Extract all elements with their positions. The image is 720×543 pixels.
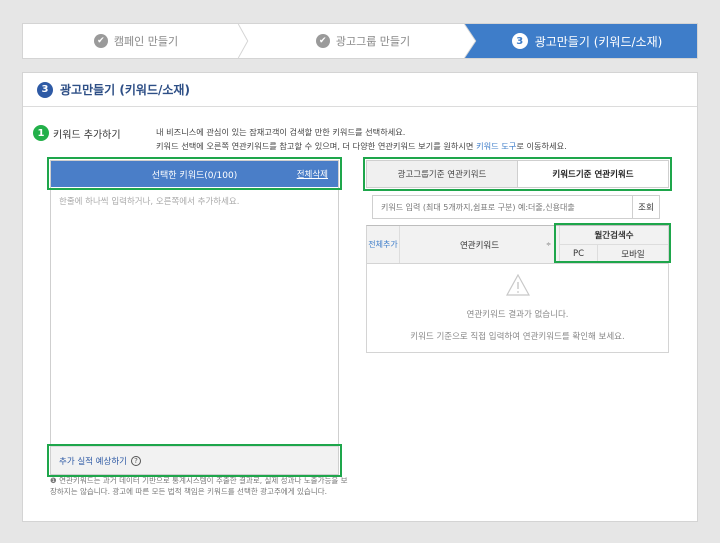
column-keyword[interactable]: 연관키워드 ≑	[400, 226, 560, 263]
desc-tail: 로 이동하세요.	[516, 141, 567, 151]
selected-keywords-panel: 선택한 키워드(0/100) 전체삭제 한줄에 하나씩 입력하거나, 오른쪽에서…	[50, 160, 339, 475]
desc-line-2: 키워드 선택에 오른쪽 연관키워드를 참고할 수 있으며, 더 다양한 연관키워…	[156, 139, 567, 153]
check-icon: ✔	[93, 34, 108, 48]
column-mobile[interactable]: 모바일	[598, 245, 668, 263]
keyword-search-row: 조회	[372, 195, 660, 219]
desc-line-1: 내 비즈니스에 관심이 있는 잠재고객이 검색할 만한 키워드를 선택하세요.	[156, 127, 406, 137]
section-header: 3 광고만들기 (키워드/소재)	[23, 73, 697, 107]
keyword-search-input[interactable]	[372, 195, 633, 219]
column-keyword-label: 연관키워드	[459, 240, 500, 251]
stepper: ✔ 캠페인 만들기 ✔ 광고그룹 만들기 3 광고만들기 (키워드/소재)	[22, 23, 698, 59]
step-number-icon: 3	[511, 33, 528, 49]
info-icon: ❶	[50, 476, 57, 485]
tab-adgroup-related[interactable]: 광고그룹기준 연관키워드	[367, 161, 518, 187]
estimate-label: 추가 실적 예상하기	[59, 456, 127, 467]
estimate-performance-button[interactable]: 추가 실적 예상하기 ?	[51, 446, 338, 474]
chevron-right-icon	[237, 24, 249, 58]
help-icon[interactable]: ?	[130, 455, 141, 466]
section-number-icon: 3	[37, 81, 53, 98]
disclaimer-text: 연관키워드는 과거 데이터 기반으로 통계시스템이 추출한 결과로, 실제 성과…	[50, 476, 348, 496]
warning-icon	[505, 274, 530, 296]
step-campaign-label: 캠페인 만들기	[113, 35, 179, 48]
empty-message-1: 연관키워드 결과가 없습니다.	[466, 310, 569, 320]
step-campaign: ✔ 캠페인 만들기	[23, 24, 249, 58]
delete-all-link[interactable]: 전체삭제	[297, 168, 328, 180]
disclaimer-note: ❶ 연관키워드는 과거 데이터 기반으로 통계시스템이 추출한 결과로, 실제 …	[50, 475, 350, 497]
related-keyword-tabs: 광고그룹기준 연관키워드 키워드기준 연관키워드	[366, 160, 669, 188]
sort-icon[interactable]: ≑	[546, 241, 551, 248]
column-monthly-label: 월간검색수	[560, 226, 668, 245]
step-ad-label: 광고만들기 (키워드/소재)	[534, 34, 663, 49]
keyword-tool-link[interactable]: 키워드 도구	[476, 141, 516, 151]
keyword-description: 내 비즈니스에 관심이 있는 잠재고객이 검색할 만한 키워드를 선택하세요. …	[156, 125, 567, 153]
section-title: 광고만들기 (키워드/소재)	[60, 83, 190, 97]
column-monthly-sub: PC 모바일	[560, 245, 668, 263]
step-ad: 3 광고만들기 (키워드/소재)	[477, 24, 697, 58]
keyword-textarea[interactable]: 한줄에 하나씩 입력하거나, 오른쪽에서 추가하세요.	[51, 187, 338, 215]
column-monthly: 월간검색수 PC 모바일	[560, 226, 668, 263]
chevron-right-icon	[464, 24, 478, 58]
keyword-add-label: 1 키워드 추가하기	[33, 125, 121, 141]
keyword-textarea-placeholder: 한줄에 하나씩 입력하거나, 오른쪽에서 추가하세요.	[59, 197, 240, 207]
table-header: 전체추가 연관키워드 ≑ 월간검색수 PC 모바일	[367, 226, 668, 264]
step-adgroup-label: 광고그룹 만들기	[335, 35, 411, 48]
ad-creation-card: 3 광고만들기 (키워드/소재) 1 키워드 추가하기 내 비즈니스에 관심이 …	[22, 72, 698, 522]
search-button[interactable]: 조회	[633, 195, 660, 219]
desc-line-2-text: 키워드 선택에 오른쪽 연관키워드를 참고할 수 있으며, 더 다양한 연관키워…	[156, 141, 474, 151]
step-one-icon: 1	[33, 125, 49, 141]
tab-keyword-related[interactable]: 키워드기준 연관키워드	[518, 161, 668, 187]
related-keywords-table: 전체추가 연관키워드 ≑ 월간검색수 PC 모바일 연관키워드 결과가 없습니다…	[366, 225, 669, 353]
empty-message-2: 키워드 기준으로 직접 입력하여 연관키워드를 확인해 보세요.	[410, 332, 625, 342]
column-pc[interactable]: PC	[560, 245, 598, 263]
check-icon: ✔	[315, 34, 330, 48]
step-adgroup: ✔ 광고그룹 만들기	[249, 24, 478, 58]
selected-keywords-header: 선택한 키워드(0/100) 전체삭제	[51, 161, 338, 187]
selected-keywords-title: 선택한 키워드(0/100)	[151, 170, 238, 181]
add-all-button[interactable]: 전체추가	[367, 226, 400, 263]
empty-state: 연관키워드 결과가 없습니다. 키워드 기준으로 직접 입력하여 연관키워드를 …	[367, 264, 668, 348]
keyword-add-title: 키워드 추가하기	[53, 129, 121, 141]
